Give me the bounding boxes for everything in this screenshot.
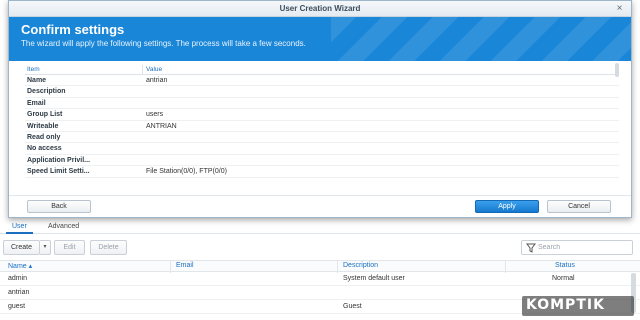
setting-item: Email: [27, 99, 46, 107]
column-header-item: Item: [27, 66, 40, 73]
dialog-footer: Back Apply Cancel: [9, 195, 631, 217]
table-header: Name ▴ Email Description Status: [0, 260, 640, 273]
setting-item: Writeable: [27, 122, 59, 130]
create-button[interactable]: Create: [3, 240, 40, 255]
column-header-value: Value: [146, 66, 163, 73]
create-dropdown-button[interactable]: ▾: [40, 240, 51, 255]
settings-summary-table: Item Value Name antrian Description Email…: [25, 65, 619, 179]
banner-subtitle: The wizard will apply the following sett…: [21, 39, 306, 48]
cell-description: System default user: [343, 275, 405, 282]
column-header-name[interactable]: Name ▴: [8, 262, 32, 270]
tab-user[interactable]: User: [6, 220, 33, 234]
tab-bar: User Advanced: [0, 218, 640, 234]
search-field[interactable]: [521, 240, 633, 255]
cell-name: antrian: [8, 289, 30, 296]
apply-button[interactable]: Apply: [475, 200, 539, 213]
close-icon[interactable]: ×: [614, 3, 625, 14]
watermark-text: KOMPTIK: [526, 297, 605, 313]
edit-button[interactable]: Edit: [54, 240, 85, 255]
toolbar: Create ▾ Edit Delete: [0, 240, 640, 256]
watermark-logo: KOMPTIK: [522, 296, 634, 316]
column-divider: [142, 65, 143, 75]
settings-table-header: Item Value: [25, 65, 619, 75]
banner-title: Confirm settings: [21, 22, 125, 37]
search-input[interactable]: [538, 242, 630, 253]
filter-icon: [526, 243, 536, 253]
settings-row: Read only: [25, 132, 619, 144]
delete-button[interactable]: Delete: [90, 240, 127, 255]
setting-item: Group List: [27, 111, 63, 119]
dialog-title: User Creation Wizard: [279, 4, 361, 13]
setting-item: No access: [27, 145, 62, 153]
screen: User Advanced Create ▾ Edit Delete Name …: [0, 0, 640, 320]
cell-description: Guest: [343, 303, 362, 310]
setting-item: Speed Limit Setti...: [27, 168, 90, 176]
cancel-button[interactable]: Cancel: [547, 200, 611, 213]
setting-item: Description: [27, 88, 66, 96]
setting-value: File Station(0/0), FTP(0/0): [146, 168, 227, 176]
settings-row: Writeable ANTRIAN: [25, 121, 619, 132]
setting-value: ANTRIAN: [146, 122, 177, 130]
setting-item: Application Privil...: [27, 156, 91, 164]
settings-row: Email: [25, 98, 619, 110]
settings-scrollbar[interactable]: [615, 63, 619, 77]
settings-row: Description: [25, 86, 619, 98]
wizard-banner: Confirm settings The wizard will apply t…: [9, 17, 631, 61]
settings-row: Speed Limit Setti... File Station(0/0), F…: [25, 166, 619, 178]
chevron-down-icon: ▾: [43, 244, 47, 250]
cell-name: admin: [8, 275, 28, 282]
banner-decoration: [331, 17, 631, 61]
settings-row: Group List users: [25, 109, 619, 121]
setting-item: Read only: [27, 133, 61, 141]
setting-item: Name: [27, 77, 47, 84]
settings-row: Name antrian: [25, 75, 619, 87]
table-row[interactable]: admin System default user Normal: [0, 272, 640, 286]
settings-row: No access: [25, 143, 619, 155]
dialog-titlebar[interactable]: User Creation Wizard ×: [9, 1, 631, 17]
setting-value: users: [146, 111, 164, 119]
column-header-status[interactable]: Status: [555, 262, 575, 269]
cell-status: Normal: [552, 275, 575, 282]
cell-name: guest: [8, 303, 26, 310]
back-button[interactable]: Back: [27, 200, 91, 213]
column-header-email[interactable]: Email: [176, 262, 194, 269]
tab-advanced[interactable]: Advanced: [42, 220, 85, 234]
column-header-description[interactable]: Description: [343, 262, 378, 269]
settings-row: Application Privil...: [25, 155, 619, 167]
setting-value: antrian: [146, 77, 168, 84]
user-creation-wizard-dialog: User Creation Wizard × Confirm settings …: [8, 0, 632, 218]
